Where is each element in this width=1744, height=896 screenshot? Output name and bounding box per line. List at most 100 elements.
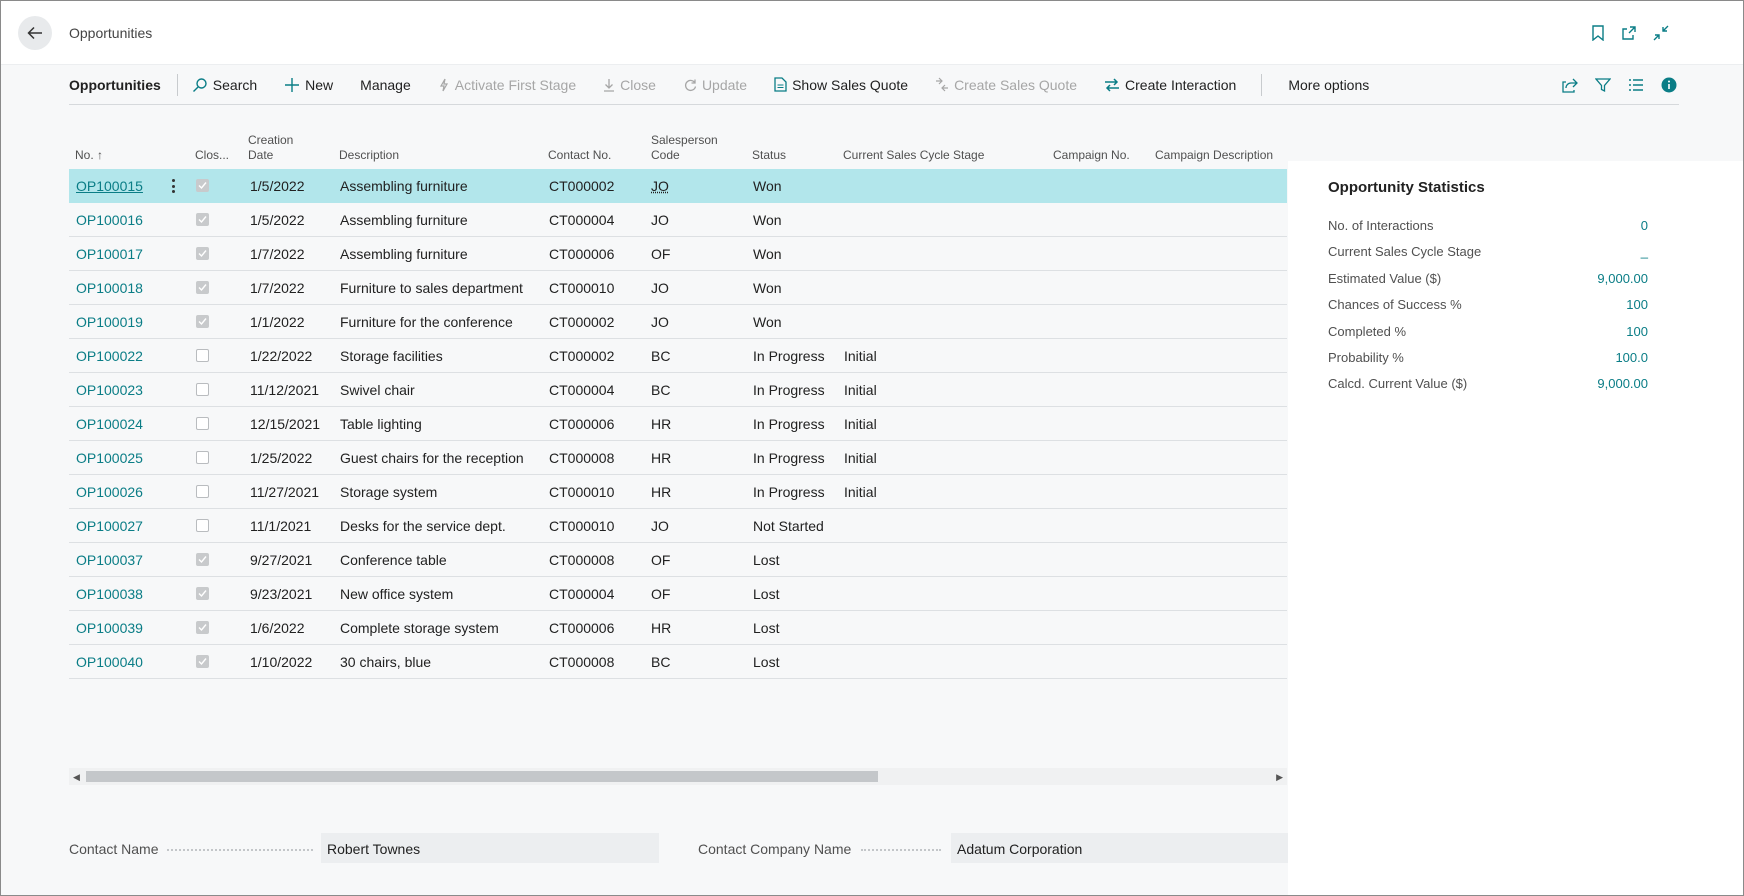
column-header-campaign-description[interactable]: Campaign Description	[1155, 148, 1273, 163]
column-header-closed[interactable]: Clos...	[195, 148, 229, 163]
info-icon[interactable]	[1659, 75, 1679, 95]
opportunity-no-link[interactable]: OP100037	[76, 552, 143, 568]
creation-date-cell: 9/23/2021	[250, 586, 313, 602]
statistic-value-link[interactable]: 0	[1641, 218, 1648, 233]
opportunity-no-link[interactable]: OP100024	[76, 416, 143, 432]
statistic-value-link[interactable]: 100	[1626, 297, 1648, 312]
table-row[interactable]: OP100027 11/1/2021 Desks for the service d…	[69, 509, 1287, 543]
statistic-label: No. of Interactions	[1328, 218, 1434, 233]
create-interaction-button[interactable]: Create Interaction	[1104, 77, 1236, 93]
status-cell: Won	[753, 212, 782, 228]
creation-date-cell: 11/12/2021	[250, 382, 320, 398]
opportunity-no-link[interactable]: OP100015	[76, 178, 143, 194]
opportunity-no-link[interactable]: OP100019	[76, 314, 143, 330]
more-options-button[interactable]: More options	[1288, 77, 1369, 93]
opportunity-no-link[interactable]: OP100027	[76, 518, 143, 534]
opportunity-no-link[interactable]: OP100016	[76, 212, 143, 228]
contact-company-name-field[interactable]: Adatum Corporation	[951, 833, 1288, 863]
column-header-current-sales-cycle-stage[interactable]: Current Sales Cycle Stage	[843, 148, 984, 163]
creation-date-cell: 1/1/2022	[250, 314, 305, 330]
opportunity-no-link[interactable]: OP100025	[76, 450, 143, 466]
column-header-campaign-no[interactable]: Campaign No.	[1053, 148, 1130, 163]
opportunity-no-link[interactable]: OP100018	[76, 280, 143, 296]
table-row[interactable]: OP100037 9/27/2021 Conference table CT00000…	[69, 543, 1287, 577]
activate-first-stage-label: Activate First Stage	[454, 76, 577, 93]
table-row[interactable]: OP100022 1/22/2022 Storage facilities CT000…	[69, 339, 1287, 373]
description-cell: Table lighting	[340, 416, 422, 432]
column-header-no[interactable]: No. ↑	[75, 148, 103, 163]
opportunities-table: No. ↑ Clos... Creation Date Description C…	[69, 127, 1287, 679]
collapse-icon[interactable]	[1651, 23, 1671, 43]
opportunity-no-link[interactable]: OP100038	[76, 586, 143, 602]
opportunity-no-link[interactable]: OP100023	[76, 382, 143, 398]
open-new-window-icon[interactable]	[1619, 23, 1639, 43]
status-cell: Lost	[753, 620, 780, 636]
new-button[interactable]: New	[284, 77, 333, 93]
column-header-contact-no[interactable]: Contact No.	[548, 148, 611, 163]
scrollbar-thumb[interactable]	[86, 771, 878, 782]
update-button[interactable]: Update	[683, 77, 747, 93]
table-row[interactable]: OP100017 1/7/2022 Assembling furniture CT00…	[69, 237, 1287, 271]
back-button[interactable]	[18, 16, 52, 50]
table-row[interactable]: OP100025 1/25/2022 Guest chairs for the re…	[69, 441, 1287, 475]
description-cell: Swivel chair	[340, 382, 415, 398]
closed-checkbox	[196, 315, 209, 328]
table-row[interactable]: OP100039 1/6/2022 Complete storage system C…	[69, 611, 1287, 645]
salesperson-code-cell: OF	[651, 246, 671, 262]
closed-checkbox	[196, 553, 209, 566]
arrows-exchange-icon	[1105, 77, 1120, 92]
create-sales-quote-button[interactable]: Create Sales Quote	[935, 77, 1077, 93]
description-cell: Conference table	[340, 552, 447, 568]
column-header-creation-date[interactable]: Creation Date	[248, 133, 293, 163]
statistic-value-link[interactable]: _	[1641, 244, 1648, 259]
statistic-value-link[interactable]: 9,000.00	[1597, 376, 1648, 391]
scroll-left-icon[interactable]: ◀	[73, 772, 80, 783]
share-icon[interactable]	[1560, 75, 1580, 95]
table-row[interactable]: OP100038 9/23/2021 New office system CT0000…	[69, 577, 1287, 611]
statistic-row: Probability % 100.0	[1328, 350, 1648, 365]
download-arrow-icon	[604, 78, 615, 92]
creation-date-cell: 11/27/2021	[250, 484, 320, 500]
activate-first-stage-button[interactable]: Activate First Stage	[438, 77, 576, 93]
contact-no-cell: CT000010	[549, 280, 615, 296]
table-row[interactable]: OP100015 1/5/2022 Assembling furniture CT00…	[69, 169, 1287, 203]
scroll-right-icon[interactable]: ▶	[1276, 772, 1283, 783]
column-header-description[interactable]: Description	[339, 148, 399, 163]
salesperson-code-cell: JO	[651, 212, 669, 228]
statistic-value-link[interactable]: 9,000.00	[1597, 271, 1648, 286]
contact-no-cell: CT000006	[549, 620, 615, 636]
horizontal-scrollbar[interactable]: ◀ ▶	[69, 768, 1287, 785]
table-row[interactable]: OP100018 1/7/2022 Furniture to sales depar…	[69, 271, 1287, 305]
column-header-status[interactable]: Status	[752, 148, 786, 163]
contact-no-cell: CT000006	[549, 416, 615, 432]
table-row[interactable]: OP100024 12/15/2021 Table lighting CT000006…	[69, 407, 1287, 441]
show-sales-quote-button[interactable]: Show Sales Quote	[774, 77, 908, 93]
list-view-icon[interactable]	[1626, 75, 1646, 95]
table-row[interactable]: OP100019 1/1/2022 Furniture for the confer…	[69, 305, 1287, 339]
contact-name-field[interactable]: Robert Townes	[321, 833, 659, 863]
description-cell: Assembling furniture	[340, 246, 468, 262]
statistic-row: Chances of Success % 100	[1328, 297, 1648, 312]
table-row[interactable]: OP100040 1/10/2022 30 chairs, blue CT000008…	[69, 645, 1287, 679]
opportunity-no-link[interactable]: OP100039	[76, 620, 143, 636]
close-button[interactable]: Close	[603, 77, 656, 93]
table-row[interactable]: OP100023 11/12/2021 Swivel chair CT000004 BC…	[69, 373, 1287, 407]
column-header-salesperson-code[interactable]: Salesperson Code	[651, 133, 718, 163]
opportunity-no-link[interactable]: OP100040	[76, 654, 143, 670]
status-cell: Lost	[753, 654, 780, 670]
opportunity-no-link[interactable]: OP100022	[76, 348, 143, 364]
bookmark-icon[interactable]	[1588, 23, 1608, 43]
table-row[interactable]: OP100016 1/5/2022 Assembling furniture CT00…	[69, 203, 1287, 237]
manage-button[interactable]: Manage	[360, 77, 411, 93]
opportunity-no-link[interactable]: OP100026	[76, 484, 143, 500]
search-icon	[192, 77, 207, 92]
row-actions-menu-icon[interactable]	[168, 176, 178, 196]
document-icon	[774, 77, 787, 92]
search-button[interactable]: Search	[192, 77, 257, 93]
statistic-value-link[interactable]: 100	[1626, 324, 1648, 339]
opportunity-no-link[interactable]: OP100017	[76, 246, 143, 262]
statistic-value-link[interactable]: 100.0	[1615, 350, 1648, 365]
table-row[interactable]: OP100026 11/27/2021 Storage system CT000010…	[69, 475, 1287, 509]
contact-no-cell: CT000010	[549, 518, 615, 534]
filter-icon[interactable]	[1593, 75, 1613, 95]
